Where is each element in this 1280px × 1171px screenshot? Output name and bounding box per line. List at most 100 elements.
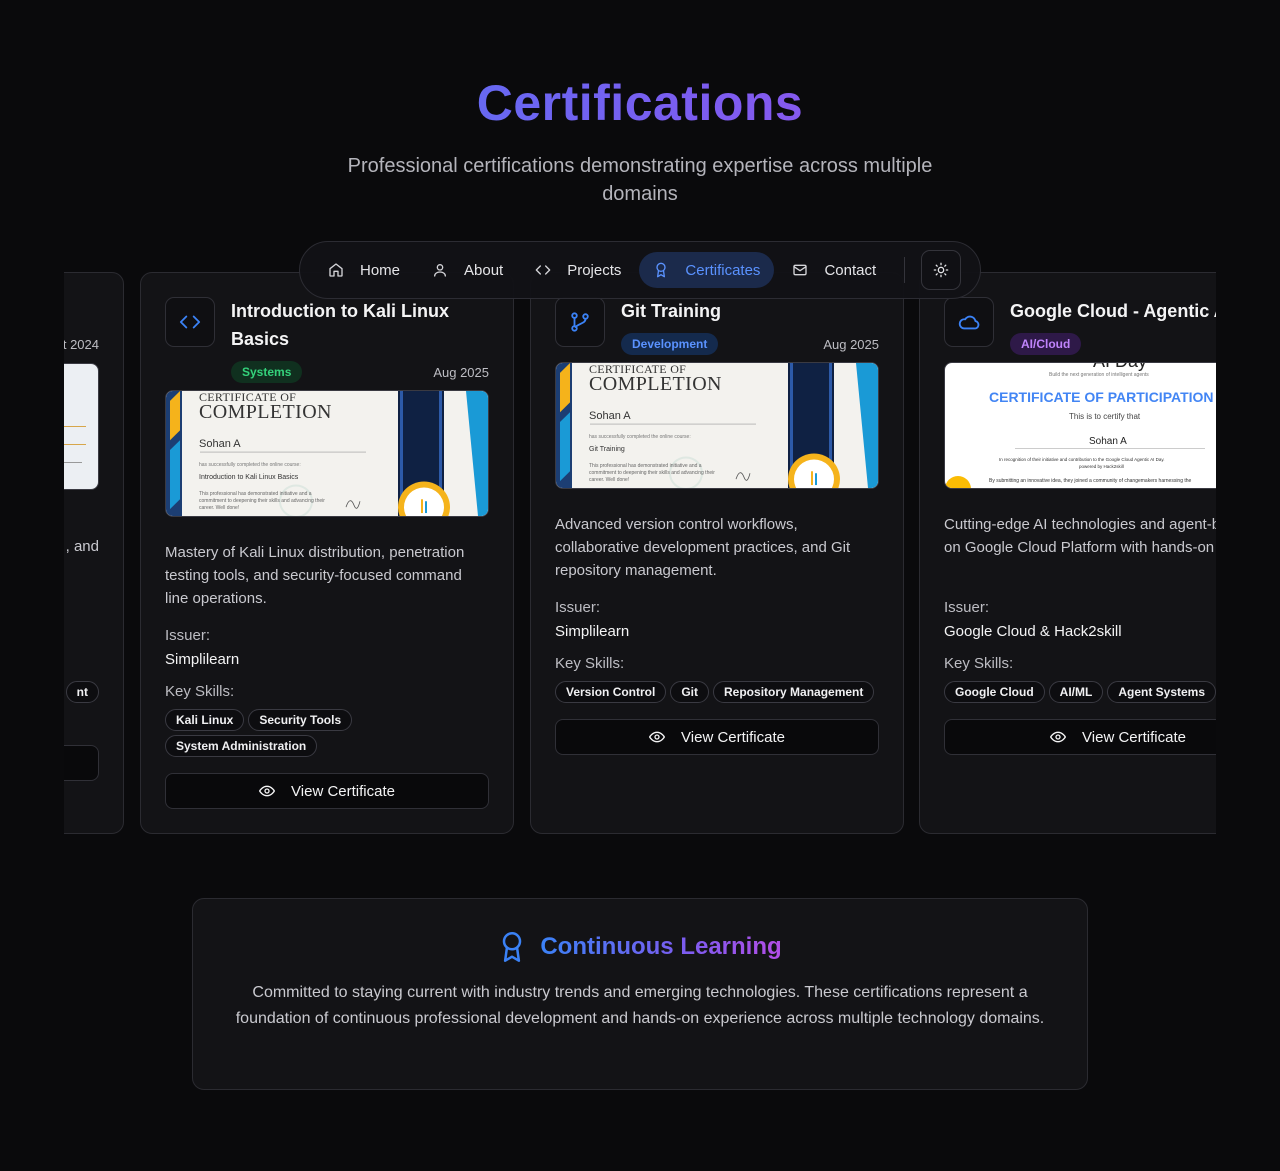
view-certificate-button[interactable] xyxy=(64,745,99,781)
issuer-value: Google Cloud & Hack2skill xyxy=(944,623,1122,640)
cloud-category-icon xyxy=(944,297,994,347)
certificate-course: Introduction to Kali Linux Basics xyxy=(199,474,299,481)
certificate-line: In recognition of their initiative and c… xyxy=(999,457,1165,462)
view-certificate-button[interactable]: View Certificate xyxy=(165,773,489,809)
event-name: AI Day xyxy=(1093,363,1147,372)
certificate-card-git-training: Git Training Development Aug 2025 CERTIF… xyxy=(530,272,904,834)
nav-divider xyxy=(904,257,906,283)
certificate-title: Google Cloud - Agentic AI xyxy=(1010,301,1216,321)
view-certificate-button[interactable]: View Certificate xyxy=(555,719,879,755)
page-subtitle: Professional certifications demonstratin… xyxy=(347,155,933,205)
certificates-carousel[interactable]: t 2024 , and nt Introduction to Kali Lin… xyxy=(64,272,1216,834)
eye-icon xyxy=(259,785,276,797)
eye-icon xyxy=(1050,731,1067,743)
continuous-learning-title: Continuous Learning xyxy=(540,933,782,960)
continuous-learning-text: Committed to staying current with indust… xyxy=(235,984,1045,1027)
certificate-heading-large: COMPLETION xyxy=(589,373,722,395)
nav-item-label: Contact xyxy=(824,261,877,279)
certificate-recipient: Sohan A xyxy=(199,438,241,450)
certificate-description: Cutting-edge AI technologies and agent-b… xyxy=(944,516,1216,556)
certificate-date: t 2024 xyxy=(64,337,99,352)
view-certificate-button[interactable]: View Certificate xyxy=(944,719,1216,755)
certificate-description: Advanced version control workflows, coll… xyxy=(555,516,851,579)
nav-item-label: Certificates xyxy=(685,261,761,279)
nav-item-label: Home xyxy=(360,261,401,279)
nav-item-label: Projects xyxy=(567,261,622,279)
skill-tag: AI/ML xyxy=(1048,681,1104,703)
certify-text: This is to certify that xyxy=(1069,412,1141,421)
certificate-recipient: Sohan A xyxy=(589,410,631,422)
view-certificate-label: View Certificate xyxy=(291,782,395,800)
certificate-card-google-cloud: Google Cloud - Agentic AI AI/Cloud AI Da… xyxy=(919,272,1216,834)
skills-list: Version Control Git Repository Managemen… xyxy=(555,681,879,703)
issuer-value: Simplilearn xyxy=(555,623,630,640)
skills-label: Key Skills: xyxy=(165,683,235,700)
certificate-body: This professional has demonstrated initi… xyxy=(199,491,325,511)
nav-item-label: About xyxy=(464,261,504,279)
certificate-line: has successfully completed the online co… xyxy=(589,434,691,440)
mail-icon xyxy=(793,264,808,276)
certificate-recipient: Sohan A xyxy=(1089,436,1127,447)
skill-tag: nt xyxy=(65,681,99,703)
view-certificate-label: View Certificate xyxy=(1082,728,1186,746)
home-icon xyxy=(329,263,343,277)
certificate-heading-large: COMPLETION xyxy=(199,401,332,423)
certificate-line: By submitting an innovative idea, they j… xyxy=(989,478,1192,484)
skill-tag: Agent Systems xyxy=(1107,681,1216,703)
eye-icon xyxy=(649,731,666,743)
award-icon xyxy=(656,262,667,278)
certificate-thumbnail[interactable]: CERTIFICATE OF COMPLETION Sohan A has su… xyxy=(165,390,489,517)
user-icon xyxy=(434,264,447,277)
skills-list: nt xyxy=(64,681,99,703)
certificate-heading: CERTIFICATE OF PARTICIPATION xyxy=(989,389,1214,405)
skill-tag: System Administration xyxy=(165,735,318,757)
award-icon xyxy=(503,932,522,962)
certificate-date: Aug 2025 xyxy=(823,337,879,352)
certificate-description: , and xyxy=(65,538,99,555)
issuer-value: Simplilearn xyxy=(165,651,240,668)
view-certificate-label: View Certificate xyxy=(681,728,785,746)
issuer-label: Issuer: xyxy=(944,599,990,616)
certificate-card-partial: t 2024 , and nt xyxy=(64,272,124,834)
issuer-label: Issuer: xyxy=(555,599,601,616)
certificate-powered: powered by Hack2skill xyxy=(1079,464,1124,469)
certificate-thumbnail[interactable] xyxy=(64,363,99,490)
certificate-card-kali-linux: Introduction to Kali Linux Basics System… xyxy=(140,272,514,834)
nav-item-projects[interactable]: Projects xyxy=(521,252,635,288)
skill-tag: Repository Management xyxy=(713,681,875,703)
code-category-icon xyxy=(165,297,215,347)
sun-icon xyxy=(933,262,949,278)
skills-list: Google Cloud AI/ML Agent Systems xyxy=(944,681,1216,703)
page-title: Certifications xyxy=(0,74,1280,132)
category-badge: Development xyxy=(621,333,719,355)
category-badge: Systems xyxy=(231,361,303,383)
nav-item-certificates[interactable]: Certificates xyxy=(639,252,775,288)
certificate-title: Git Training xyxy=(621,301,722,321)
certificate-thumbnail[interactable]: AI Day Build the next generation of inte… xyxy=(944,362,1216,489)
skills-label: Key Skills: xyxy=(555,655,625,672)
certificate-line: has successfully completed the online co… xyxy=(199,462,301,468)
skill-tag: Git xyxy=(670,681,710,703)
certificate-course: Git Training xyxy=(589,446,625,453)
certificate-body: This professional has demonstrated initi… xyxy=(589,463,715,483)
certificate-title: Introduction to Kali Linux Basics xyxy=(231,301,449,349)
skill-tag: Google Cloud xyxy=(944,681,1045,703)
skills-list: Kali Linux Security Tools System Adminis… xyxy=(165,709,383,757)
certificate-date: Aug 2025 xyxy=(433,365,489,380)
top-navigation: Home About Projects Certificates Contact xyxy=(299,241,981,299)
event-tagline: Build the next generation of intelligent… xyxy=(1049,372,1149,378)
skill-tag: Security Tools xyxy=(248,709,353,731)
certificate-description: Mastery of Kali Linux distribution, pene… xyxy=(165,544,465,607)
nav-item-about[interactable]: About xyxy=(418,252,517,288)
issuer-label: Issuer: xyxy=(165,627,211,644)
category-badge: AI/Cloud xyxy=(1010,333,1082,355)
theme-toggle-button[interactable] xyxy=(921,250,962,290)
git-branch-category-icon xyxy=(555,297,605,347)
continuous-learning-panel: Continuous Learning Committed to staying… xyxy=(192,898,1088,1090)
code-icon xyxy=(535,265,551,275)
certificate-thumbnail[interactable]: CERTIFICATE OF COMPLETION Sohan A has su… xyxy=(555,362,879,489)
skills-label: Key Skills: xyxy=(944,655,1014,672)
skill-tag: Version Control xyxy=(555,681,667,703)
nav-item-contact[interactable]: Contact xyxy=(778,252,890,288)
nav-item-home[interactable]: Home xyxy=(314,252,414,288)
